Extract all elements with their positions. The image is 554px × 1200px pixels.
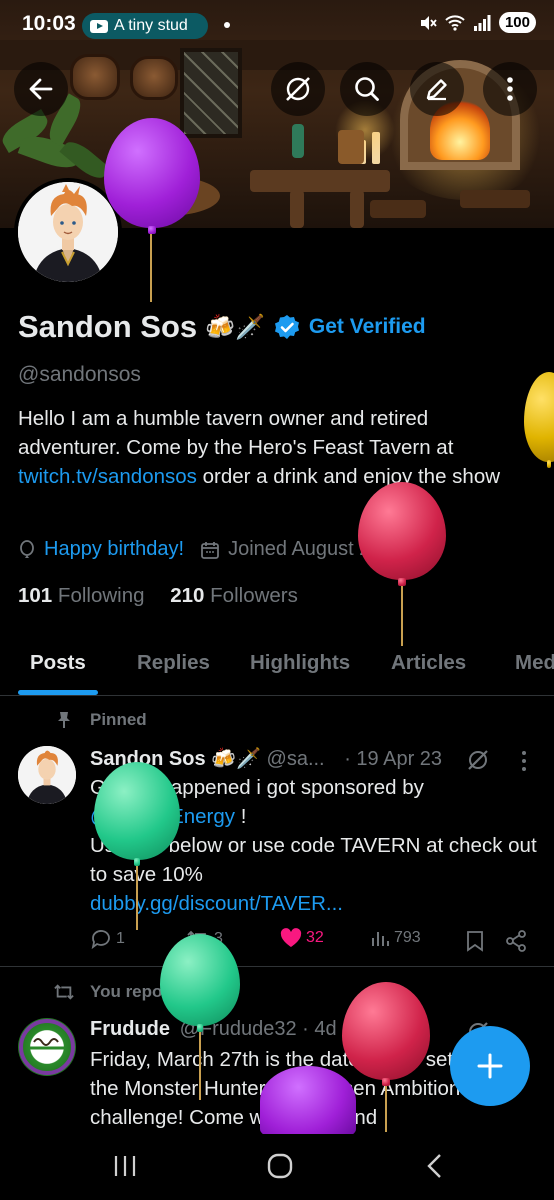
tab-articles[interactable]: Articles bbox=[391, 651, 466, 675]
follow-counts: 101 Following 210 Followers bbox=[18, 584, 298, 608]
balloon-string bbox=[136, 864, 138, 930]
profile-handle: @sandonsos bbox=[18, 363, 141, 386]
views-chart-icon bbox=[372, 932, 389, 946]
following-label: Following bbox=[57, 584, 145, 607]
post-more-icon[interactable] bbox=[520, 750, 528, 772]
tab-posts[interactable]: Posts bbox=[30, 651, 86, 675]
get-verified-link[interactable]: Get Verified bbox=[309, 315, 426, 339]
post-author-avatar[interactable] bbox=[18, 1018, 76, 1076]
post-divider bbox=[0, 966, 554, 967]
post-discount-link[interactable]: dubby.gg/discount/TAVER... bbox=[90, 889, 540, 918]
profile-display-name: Sandon Sos 🍻🗡️ Get Verified bbox=[18, 309, 426, 345]
back-button[interactable] bbox=[14, 62, 68, 116]
balloon-string bbox=[385, 1084, 387, 1132]
views-action[interactable]: 793 bbox=[370, 928, 421, 948]
post-author-handle[interactable]: @sa... bbox=[267, 748, 325, 770]
edit-button[interactable] bbox=[410, 62, 464, 116]
grok-button[interactable] bbox=[271, 62, 325, 116]
balloon-string bbox=[199, 1030, 201, 1100]
balloon-yellow bbox=[524, 372, 554, 468]
more-vertical-icon bbox=[507, 77, 513, 101]
youtube-icon bbox=[90, 19, 108, 33]
verified-badge-icon bbox=[274, 315, 299, 339]
like-count: 32 bbox=[306, 929, 324, 946]
calendar-icon bbox=[201, 541, 219, 559]
heart-filled-icon bbox=[280, 928, 302, 947]
edit-icon bbox=[426, 79, 447, 101]
tab-media[interactable]: Media bbox=[515, 651, 554, 675]
mute-icon bbox=[420, 15, 437, 30]
post-author-name[interactable]: Frudude bbox=[90, 1018, 170, 1040]
balloon-purple bbox=[104, 118, 200, 234]
following-count: 101 bbox=[18, 584, 53, 607]
reply-action[interactable]: 1 bbox=[90, 928, 125, 950]
birthday-link[interactable]: Happy birthday! bbox=[44, 538, 184, 561]
frudude-logo-icon bbox=[19, 1019, 75, 1075]
search-button[interactable] bbox=[340, 62, 394, 116]
tab-replies[interactable]: Replies bbox=[137, 651, 210, 675]
balloon-icon bbox=[20, 539, 34, 558]
chip-text: A tiny stud bbox=[114, 17, 188, 34]
wifi-icon bbox=[445, 14, 465, 31]
pin-icon bbox=[58, 712, 70, 728]
home-icon[interactable] bbox=[266, 1152, 294, 1180]
balloon-string bbox=[150, 232, 152, 302]
post-author-emoji: 🍻🗡️ bbox=[211, 748, 261, 770]
recent-apps-icon[interactable] bbox=[112, 1154, 138, 1178]
avatar-illustration bbox=[18, 182, 118, 282]
repost-icon bbox=[54, 984, 74, 1000]
signal-icon bbox=[473, 14, 491, 31]
active-tab-indicator bbox=[18, 690, 98, 695]
grok-icon bbox=[286, 77, 310, 101]
following-link[interactable]: 101 Following bbox=[18, 584, 145, 607]
avatar-illustration bbox=[18, 746, 76, 804]
status-bar: 10:03 A tiny stud 100 bbox=[0, 0, 554, 48]
post-text-inline: ! bbox=[235, 805, 247, 828]
followers-link[interactable]: 210 Followers bbox=[170, 584, 298, 607]
bio-text-1: Hello I am a humble tavern owner and ret… bbox=[18, 407, 454, 459]
name-emoji: 🍻🗡️ bbox=[205, 313, 265, 341]
balloon-red bbox=[358, 482, 446, 586]
pinned-header: Pinned bbox=[56, 710, 147, 730]
balloon-green bbox=[160, 934, 240, 1032]
status-time: 10:03 bbox=[22, 12, 76, 35]
bookmark-icon[interactable] bbox=[466, 930, 484, 952]
plus-icon bbox=[477, 1053, 503, 1079]
post-author-avatar[interactable] bbox=[18, 746, 76, 804]
display-name-text: Sandon Sos bbox=[18, 309, 198, 344]
more-button[interactable] bbox=[483, 62, 537, 116]
views-count: 793 bbox=[394, 929, 421, 946]
reply-icon bbox=[91, 930, 110, 950]
bio-text-2: order a drink and enjoy the show bbox=[196, 465, 501, 488]
system-navigation-bar bbox=[0, 1134, 554, 1200]
compose-post-button[interactable] bbox=[450, 1026, 530, 1106]
media-notification-chip[interactable]: A tiny stud bbox=[82, 13, 208, 39]
reply-count: 1 bbox=[116, 930, 125, 947]
balloon-string bbox=[401, 584, 403, 646]
followers-count: 210 bbox=[170, 584, 205, 607]
post-date[interactable]: · 19 Apr 23 bbox=[344, 748, 442, 770]
share-icon[interactable] bbox=[505, 930, 527, 952]
back-nav-icon[interactable] bbox=[424, 1152, 444, 1180]
profile-tabs: Posts Replies Highlights Articles Media bbox=[0, 640, 554, 696]
balloon-purple bbox=[260, 1066, 356, 1142]
followers-label: Followers bbox=[210, 584, 298, 607]
arrow-left-icon bbox=[29, 78, 53, 100]
pinned-label: Pinned bbox=[90, 710, 147, 729]
balloon-red bbox=[342, 982, 430, 1086]
notification-dot-icon bbox=[224, 22, 230, 28]
bio-twitch-link[interactable]: twitch.tv/sandonsos bbox=[18, 465, 197, 488]
tab-highlights[interactable]: Highlights bbox=[250, 651, 350, 675]
like-action[interactable]: 32 bbox=[280, 928, 324, 948]
status-icons: 100 bbox=[419, 12, 536, 33]
search-icon bbox=[355, 77, 379, 101]
battery-indicator: 100 bbox=[498, 12, 536, 33]
grok-icon[interactable] bbox=[466, 748, 490, 772]
post-date[interactable]: · 4d bbox=[302, 1018, 336, 1040]
balloon-green bbox=[94, 762, 180, 866]
profile-bio: Hello I am a humble tavern owner and ret… bbox=[18, 404, 518, 491]
